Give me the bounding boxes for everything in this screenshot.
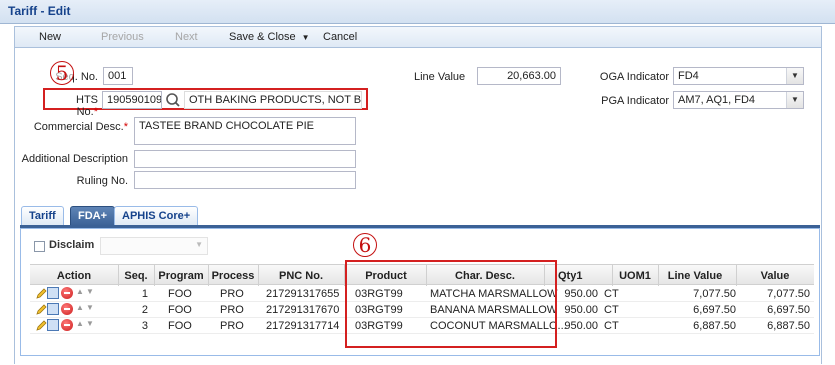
line-value-label: Line Value xyxy=(414,71,466,83)
cell-value: 7,077.50 xyxy=(767,288,810,300)
oga-indicator-label: OGA Indicator xyxy=(599,71,669,83)
pga-indicator-label: PGA Indicator xyxy=(601,95,669,107)
cell-uom1: CT xyxy=(604,288,619,300)
hts-no-label: HTS No.* xyxy=(52,94,98,118)
cell-pnc-no: 217291317670 xyxy=(266,304,340,316)
cell-process: PRO xyxy=(220,320,244,332)
cell-line-value: 7,077.50 xyxy=(693,288,736,300)
chevron-down-icon[interactable]: ▼ xyxy=(786,68,803,84)
move-down-icon[interactable]: ▼ xyxy=(86,319,94,328)
additional-desc-label: Additional Description xyxy=(21,153,128,165)
chevron-down-icon[interactable]: ▼ xyxy=(786,92,803,108)
toolbar: New Previous Next Save & Close ▼ Cancel xyxy=(14,26,822,48)
move-up-icon[interactable]: ▲ xyxy=(76,287,84,296)
cell-seq: 1 xyxy=(141,288,148,300)
chevron-down-icon: ▼ xyxy=(301,33,310,42)
commercial-desc-label-text: Commercial Desc. xyxy=(33,121,124,133)
col-uom1[interactable]: UOM1 xyxy=(612,270,658,282)
cell-line-value: 6,887.50 xyxy=(693,320,736,332)
detail-grid-icon[interactable] xyxy=(47,287,59,299)
search-icon[interactable] xyxy=(164,91,182,109)
save-close-label: Save & Close xyxy=(229,31,296,43)
delete-icon[interactable] xyxy=(61,287,73,299)
ruling-no-label: Ruling No. xyxy=(76,175,128,187)
previous-button[interactable]: Previous xyxy=(101,31,144,43)
col-seq[interactable]: Seq. xyxy=(118,270,154,282)
cell-process: PRO xyxy=(220,304,244,316)
cell-line-value: 6,697.50 xyxy=(693,304,736,316)
col-pnc-no[interactable]: PNC No. xyxy=(258,270,344,282)
seq-no-field[interactable]: 001 xyxy=(103,67,133,85)
window-title: Tariff - Edit xyxy=(8,4,71,18)
disclaim-select[interactable]: ▼ xyxy=(100,237,208,255)
col-action[interactable]: Action xyxy=(30,270,118,282)
move-down-icon[interactable]: ▼ xyxy=(86,303,94,312)
hts-description-field: OTH BAKING PRODUCTS, NOT BREAD xyxy=(184,91,362,109)
move-down-icon[interactable]: ▼ xyxy=(86,287,94,296)
hts-no-field[interactable]: 1905901090 xyxy=(102,91,162,109)
annotation-six: 6 xyxy=(353,233,377,257)
ruling-no-field[interactable] xyxy=(134,171,356,189)
cancel-button[interactable]: Cancel xyxy=(323,31,357,43)
new-button[interactable]: New xyxy=(39,31,61,43)
tab-aphis-core-plus[interactable]: APHIS Core+ xyxy=(114,206,199,226)
additional-desc-field[interactable] xyxy=(134,150,356,168)
move-up-icon[interactable]: ▲ xyxy=(76,303,84,312)
cell-qty1: 950.00 xyxy=(564,320,598,332)
chevron-down-icon: ▼ xyxy=(195,240,203,249)
annotation-five: 5 xyxy=(50,61,74,85)
col-program[interactable]: Program xyxy=(154,270,208,282)
save-close-button[interactable]: Save & Close ▼ xyxy=(229,31,310,43)
disclaim-checkbox[interactable] xyxy=(34,241,45,252)
commercial-desc-field[interactable]: TASTEE BRAND CHOCOLATE PIE xyxy=(134,117,356,145)
line-value-field[interactable]: 20,663.00 xyxy=(477,67,561,85)
pencil-icon[interactable] xyxy=(36,288,47,299)
col-qty1[interactable]: Qty1 xyxy=(558,270,608,282)
cell-value: 6,887.50 xyxy=(767,320,810,332)
product-highlight-box xyxy=(345,260,557,348)
cell-seq: 3 xyxy=(141,320,148,332)
required-mark: * xyxy=(123,121,128,133)
pencil-icon[interactable] xyxy=(36,320,47,331)
cell-pnc-no: 217291317655 xyxy=(266,288,340,300)
oga-indicator-select[interactable]: FD4 xyxy=(673,67,804,85)
cell-program: FOO xyxy=(168,320,192,332)
cell-pnc-no: 217291317714 xyxy=(266,320,340,332)
row-actions: ▲ ▼ xyxy=(36,287,96,300)
cell-qty1: 950.00 xyxy=(564,288,598,300)
cell-program: FOO xyxy=(168,304,192,316)
disclaim-label: Disclaim xyxy=(49,239,95,251)
delete-icon[interactable] xyxy=(61,319,73,331)
cell-qty1: 950.00 xyxy=(564,304,598,316)
detail-grid-icon[interactable] xyxy=(47,303,59,315)
tab-fda-plus[interactable]: FDA+ xyxy=(70,206,116,226)
next-button[interactable]: Next xyxy=(175,31,198,43)
detail-grid-icon[interactable] xyxy=(47,319,59,331)
move-up-icon[interactable]: ▲ xyxy=(76,319,84,328)
row-actions: ▲ ▼ xyxy=(36,319,96,332)
delete-icon[interactable] xyxy=(61,303,73,315)
col-process[interactable]: Process xyxy=(208,270,258,282)
pencil-icon[interactable] xyxy=(36,304,47,315)
cell-program: FOO xyxy=(168,288,192,300)
cell-value: 6,697.50 xyxy=(767,304,810,316)
pga-indicator-value: AM7, AQ1, FD4 xyxy=(678,94,756,106)
col-value[interactable]: Value xyxy=(736,270,814,282)
tab-tariff[interactable]: Tariff xyxy=(21,206,64,226)
oga-indicator-value: FD4 xyxy=(678,70,699,82)
row-actions: ▲ ▼ xyxy=(36,303,96,316)
pga-indicator-select[interactable]: AM7, AQ1, FD4 xyxy=(673,91,804,109)
col-line-value[interactable]: Line Value xyxy=(658,270,732,282)
commercial-desc-label: Commercial Desc.* xyxy=(24,121,128,133)
cell-seq: 2 xyxy=(141,304,148,316)
required-mark: * xyxy=(93,106,98,118)
cell-uom1: CT xyxy=(604,304,619,316)
window-titlebar xyxy=(0,0,835,24)
cell-uom1: CT xyxy=(604,320,619,332)
cell-process: PRO xyxy=(220,288,244,300)
